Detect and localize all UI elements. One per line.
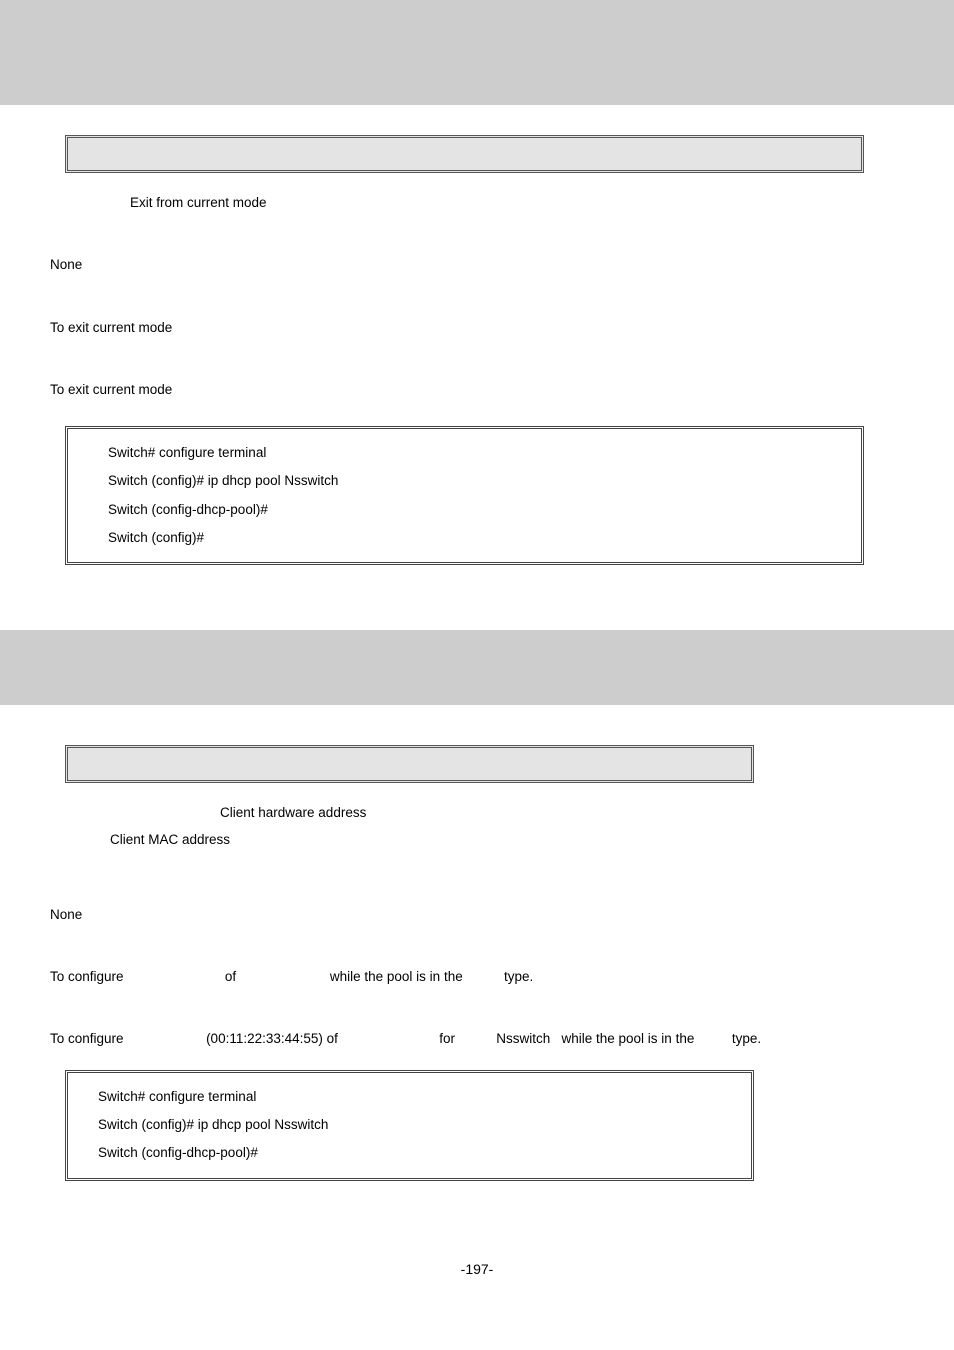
cli-line: Switch (config-dhcp-pool)# [98,1139,721,1167]
default-none-2: None [50,905,904,925]
default-none-1: None [50,255,904,275]
cli-line: Switch (config)# [108,524,821,552]
example-box-1: Switch# configure terminal Switch (confi… [65,426,864,565]
page-number: -197- [50,1181,904,1277]
desc-exit: Exit from current mode [50,193,904,213]
syntax-box-1 [65,135,864,173]
example-intro-1: To exit current mode [50,380,904,400]
cli-line: Switch (config)# ip dhcp pool Nsswitch [98,1111,721,1139]
section-header-bar [0,0,954,105]
param-mac-label: Client MAC address [50,830,904,850]
usage-1: To exit current mode [50,318,904,338]
usage-2: To configure of while the pool is in the… [50,967,533,987]
example-intro-2: To configure (00:11:22:33:44:55) of for … [50,1029,761,1049]
cli-line: Switch (config-dhcp-pool)# [108,496,821,524]
syntax-box-2 [65,745,754,783]
section-header-bar-2 [0,630,954,705]
cli-line: Switch (config)# ip dhcp pool Nsswitch [108,467,821,495]
cli-line: Switch# configure terminal [98,1083,721,1111]
cli-line: Switch# configure terminal [108,439,821,467]
example-box-2: Switch# configure terminal Switch (confi… [65,1070,754,1181]
param-hw-label: Client hardware address [50,803,904,823]
